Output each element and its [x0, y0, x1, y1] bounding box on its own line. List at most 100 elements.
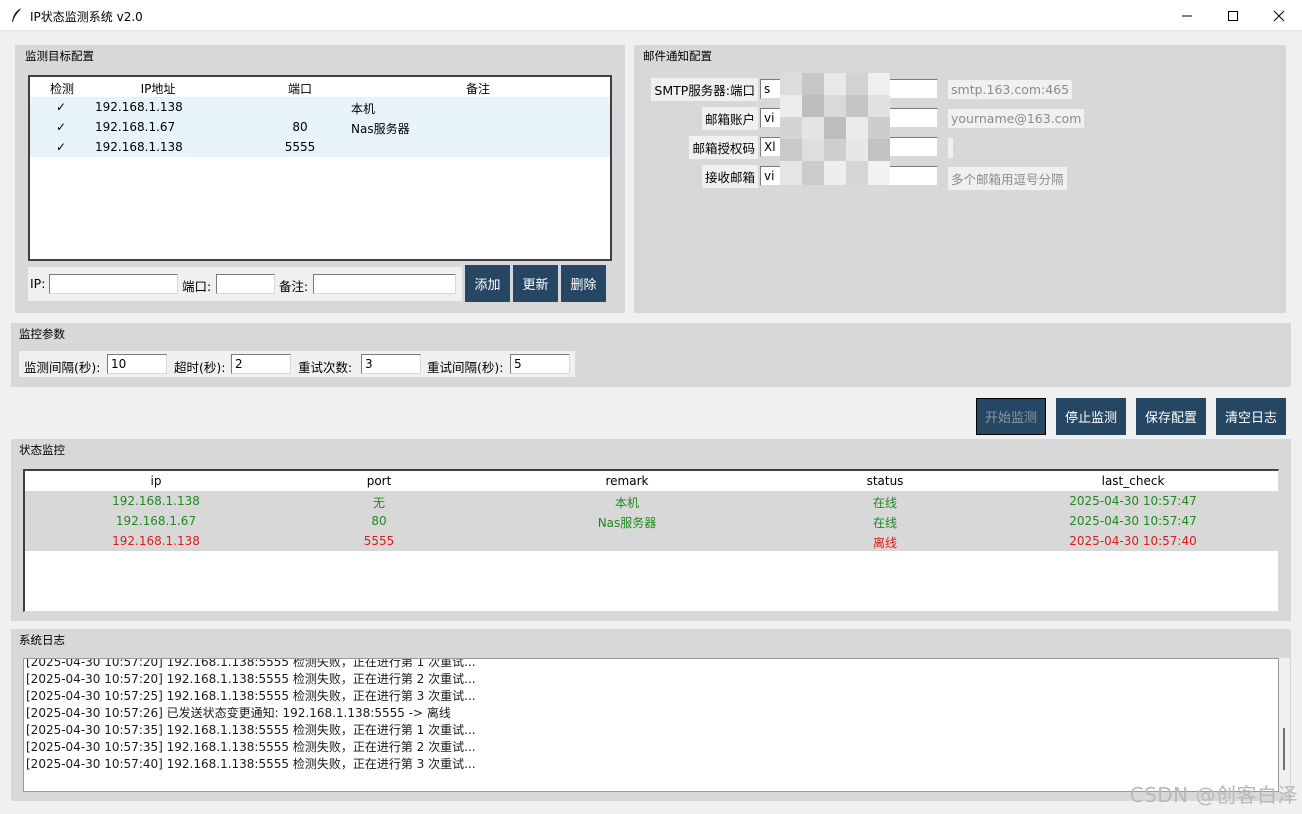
log-line: [2025-04-30 10:57:26] 已发送状态变更通知: 192.168…: [26, 706, 451, 720]
target-row[interactable]: ✓ 192.168.1.67 80 Nas服务器: [30, 117, 610, 137]
log-scrollbar[interactable]: [1279, 658, 1290, 792]
status-last-check: 2025-04-30 10:57:40: [1069, 534, 1197, 548]
target-row[interactable]: ✓ 192.168.1.138 5555: [30, 137, 610, 157]
auth-code-label: 邮箱授权码: [689, 136, 758, 159]
status-row[interactable]: 192.168.1.138 无 本机 在线 2025-04-30 10:57:4…: [25, 491, 1278, 511]
target-remark: Nas服务器: [351, 122, 410, 136]
save-config-button[interactable]: 保存配置: [1136, 398, 1206, 435]
timeout-label: 超时(秒):: [174, 360, 226, 375]
params-title: 监控参数: [19, 327, 65, 341]
status-ip: 192.168.1.67: [115, 514, 197, 528]
delete-button[interactable]: 删除: [561, 265, 606, 302]
retry-interval-label: 重试间隔(秒):: [427, 360, 504, 375]
target-list[interactable]: 检测 IP地址 端口 备注 ✓ 192.168.1.138 本机 ✓ 192.1…: [28, 75, 612, 261]
monitor-params-panel: 监控参数 监测间隔(秒): 超时(秒): 重试次数: 重试间隔(秒):: [11, 323, 1291, 387]
target-ip: 192.168.1.138: [95, 140, 183, 154]
log-line: [2025-04-30 10:57:35] 192.168.1.138:5555…: [26, 740, 476, 754]
status-table-header: ip port remark status last_check: [25, 471, 1278, 491]
ip-label: IP:: [30, 276, 46, 291]
ip-input[interactable]: [49, 274, 178, 294]
target-check: ✓: [56, 140, 67, 154]
status-ip: 192.168.1.138: [112, 494, 200, 508]
feather-icon: [12, 7, 23, 22]
status-ip: 192.168.1.138: [112, 534, 200, 548]
email-config-panel: 邮件通知配置 SMTP服务器:端口 邮箱账户 邮箱授权码 接收邮箱 smtp.1…: [634, 45, 1286, 313]
status-port: 5555: [363, 534, 395, 548]
target-port: 80: [292, 120, 308, 134]
target-ip: 192.168.1.67: [95, 120, 176, 134]
update-button[interactable]: 更新: [513, 265, 558, 302]
status-table[interactable]: ip port remark status last_check 192.168…: [23, 469, 1279, 612]
status-state: 在线: [872, 496, 898, 510]
window-title: IP状态监测系统 v2.0: [30, 10, 143, 24]
target-col-check[interactable]: 检测: [50, 80, 74, 97]
auth-hint-blank: [948, 138, 953, 158]
log-scrollbar-thumb[interactable]: [1283, 728, 1285, 770]
interval-label: 监测间隔(秒):: [24, 360, 101, 375]
target-check: ✓: [56, 120, 67, 134]
maximize-button[interactable]: [1210, 0, 1256, 31]
status-title: 状态监控: [19, 443, 65, 457]
redaction-mosaic: [780, 73, 890, 185]
target-config-title: 监测目标配置: [25, 49, 94, 63]
status-port: 80: [371, 514, 387, 528]
status-last-check: 2025-04-30 10:57:47: [1069, 494, 1197, 508]
maximize-icon: [1228, 10, 1238, 21]
target-col-port[interactable]: 端口: [288, 80, 312, 97]
smtp-label: SMTP服务器:端口: [651, 78, 758, 101]
retries-input[interactable]: [361, 354, 421, 374]
status-remark: 本机: [614, 496, 640, 510]
status-remark: Nas服务器: [597, 516, 657, 530]
minimize-button[interactable]: [1164, 0, 1210, 31]
watermark: CSDN @创客白泽: [1129, 783, 1298, 807]
status-col-last-check[interactable]: last_check: [1102, 474, 1165, 488]
log-title: 系统日志: [19, 633, 65, 647]
target-col-remark[interactable]: 备注: [466, 80, 490, 97]
port-input[interactable]: [216, 274, 275, 294]
target-check: ✓: [56, 100, 67, 114]
remark-input[interactable]: [313, 274, 456, 294]
status-state: 离线: [872, 536, 898, 550]
account-label: 邮箱账户: [701, 107, 758, 130]
port-label: 端口:: [182, 279, 212, 294]
status-last-check: 2025-04-30 10:57:47: [1069, 514, 1197, 528]
status-col-remark[interactable]: remark: [606, 474, 649, 488]
interval-input[interactable]: [107, 354, 167, 374]
add-button[interactable]: 添加: [465, 265, 510, 302]
status-row[interactable]: 192.168.1.67 80 Nas服务器 在线 2025-04-30 10:…: [25, 511, 1278, 531]
target-remark: 本机: [351, 102, 376, 116]
status-col-port[interactable]: port: [367, 474, 392, 488]
status-monitor-panel: 状态监控 ip port remark status last_check 19…: [11, 439, 1291, 621]
clear-log-button[interactable]: 清空日志: [1216, 398, 1286, 435]
receiver-hint: 多个邮箱用逗号分隔: [948, 167, 1067, 190]
log-line: [2025-04-30 10:57:35] 192.168.1.138:5555…: [26, 723, 476, 737]
email-labels: SMTP服务器:端口 邮箱账户 邮箱授权码 接收邮箱: [646, 78, 758, 190]
title-bar: IP状态监测系统 v2.0: [0, 0, 1302, 31]
log-textarea[interactable]: [2025-04-30 10:57:20] 192.168.1.138:5555…: [23, 658, 1279, 792]
retry-interval-input[interactable]: [510, 354, 570, 374]
status-state: 在线: [872, 516, 898, 530]
target-config-panel: 监测目标配置 检测 IP地址 端口 备注 ✓ 192.168.1.138 本机 …: [15, 45, 625, 313]
retries-label: 重试次数:: [298, 360, 353, 375]
status-port: 无: [372, 496, 386, 510]
start-monitor-button[interactable]: 开始监测: [976, 398, 1046, 435]
status-col-ip[interactable]: ip: [151, 474, 162, 488]
log-line: [2025-04-30 10:57:25] 192.168.1.138:5555…: [26, 689, 476, 703]
target-col-ip[interactable]: IP地址: [141, 80, 176, 97]
account-hint: yourname@163.com: [948, 109, 1085, 128]
target-port: 5555: [284, 140, 316, 154]
close-button[interactable]: [1256, 0, 1302, 31]
smtp-hint: smtp.163.com:465: [948, 80, 1073, 99]
system-log-panel: 系统日志 [2025-04-30 10:57:20] 192.168.1.138…: [11, 629, 1291, 801]
remark-label: 备注:: [279, 279, 309, 294]
target-row[interactable]: ✓ 192.168.1.138 本机: [30, 97, 610, 117]
stop-monitor-button[interactable]: 停止监测: [1056, 398, 1126, 435]
log-line: [2025-04-30 10:57:20] 192.168.1.138:5555…: [26, 658, 476, 669]
status-row[interactable]: 192.168.1.138 5555 离线 2025-04-30 10:57:4…: [25, 531, 1278, 551]
receiver-label: 接收邮箱: [701, 165, 758, 188]
timeout-input[interactable]: [231, 354, 291, 374]
status-col-status[interactable]: status: [867, 474, 904, 488]
close-icon: [1273, 10, 1285, 21]
email-config-title: 邮件通知配置: [643, 49, 712, 63]
target-ip: 192.168.1.138: [95, 100, 183, 114]
